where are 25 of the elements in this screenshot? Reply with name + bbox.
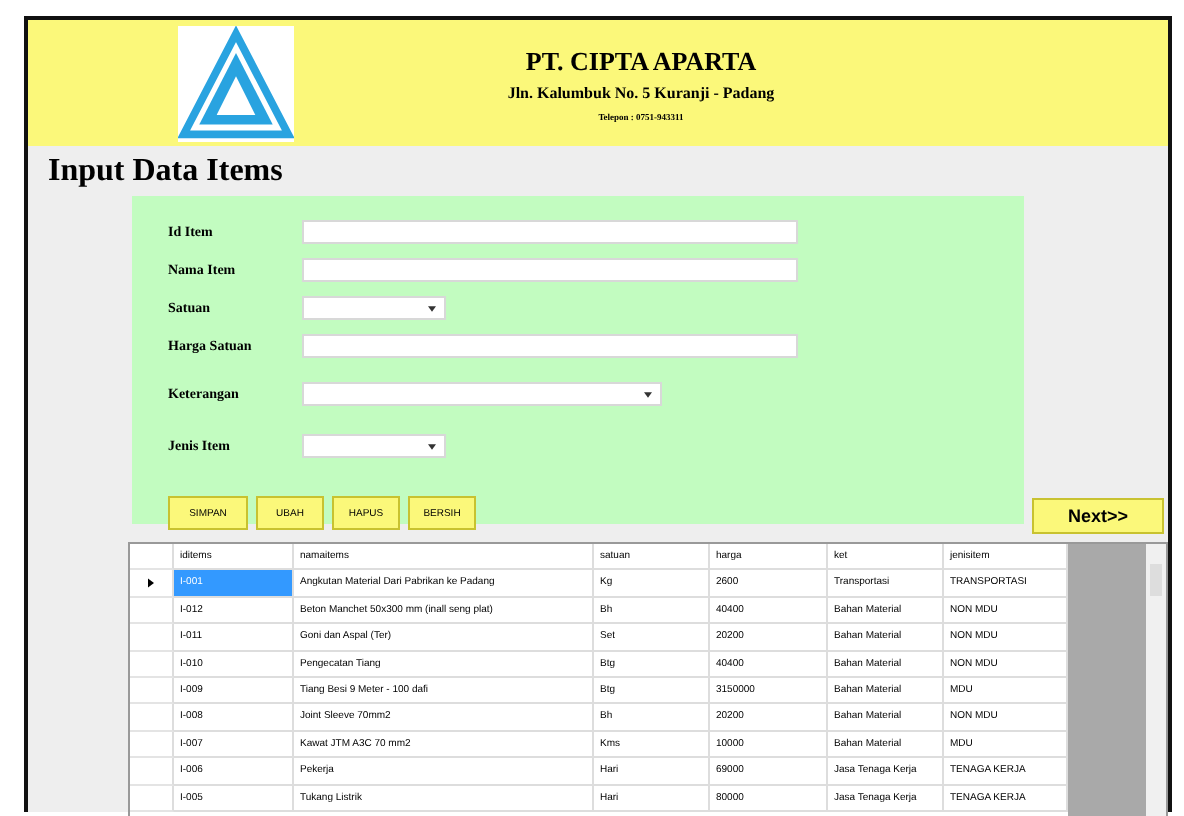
row-header-cell[interactable] xyxy=(130,624,174,652)
row-header-cell[interactable] xyxy=(130,731,174,759)
page-title: Input Data Items xyxy=(46,152,285,192)
dropdown-field[interactable] xyxy=(302,382,662,406)
dropdown-field[interactable] xyxy=(302,434,446,458)
text-field[interactable] xyxy=(302,257,798,281)
triangle-logo-icon xyxy=(178,25,294,141)
row-header-cell[interactable] xyxy=(130,758,174,786)
caret-icon xyxy=(644,392,652,398)
caret-icon xyxy=(428,305,436,311)
text-field[interactable] xyxy=(302,333,798,357)
row-header-cell[interactable] xyxy=(130,704,174,732)
row-header-cell[interactable] xyxy=(130,677,174,705)
next-button[interactable]: Next>> xyxy=(1032,498,1164,534)
caret-icon xyxy=(428,444,436,450)
dropdown-field[interactable] xyxy=(302,295,446,319)
row-header-cell[interactable] xyxy=(130,570,174,598)
company-name: PT. CIPTA APARTA xyxy=(523,45,759,77)
text-field[interactable] xyxy=(302,219,798,243)
row-header-cell[interactable] xyxy=(130,651,174,678)
row-pointer-icon xyxy=(148,578,154,589)
row-header-cell[interactable] xyxy=(130,597,174,625)
company-address: Jln. Kalumbuk No. 5 Kuranji - Padang xyxy=(505,83,777,101)
row-header-cell[interactable] xyxy=(130,785,174,812)
scrollbar[interactable] xyxy=(1146,544,1166,816)
